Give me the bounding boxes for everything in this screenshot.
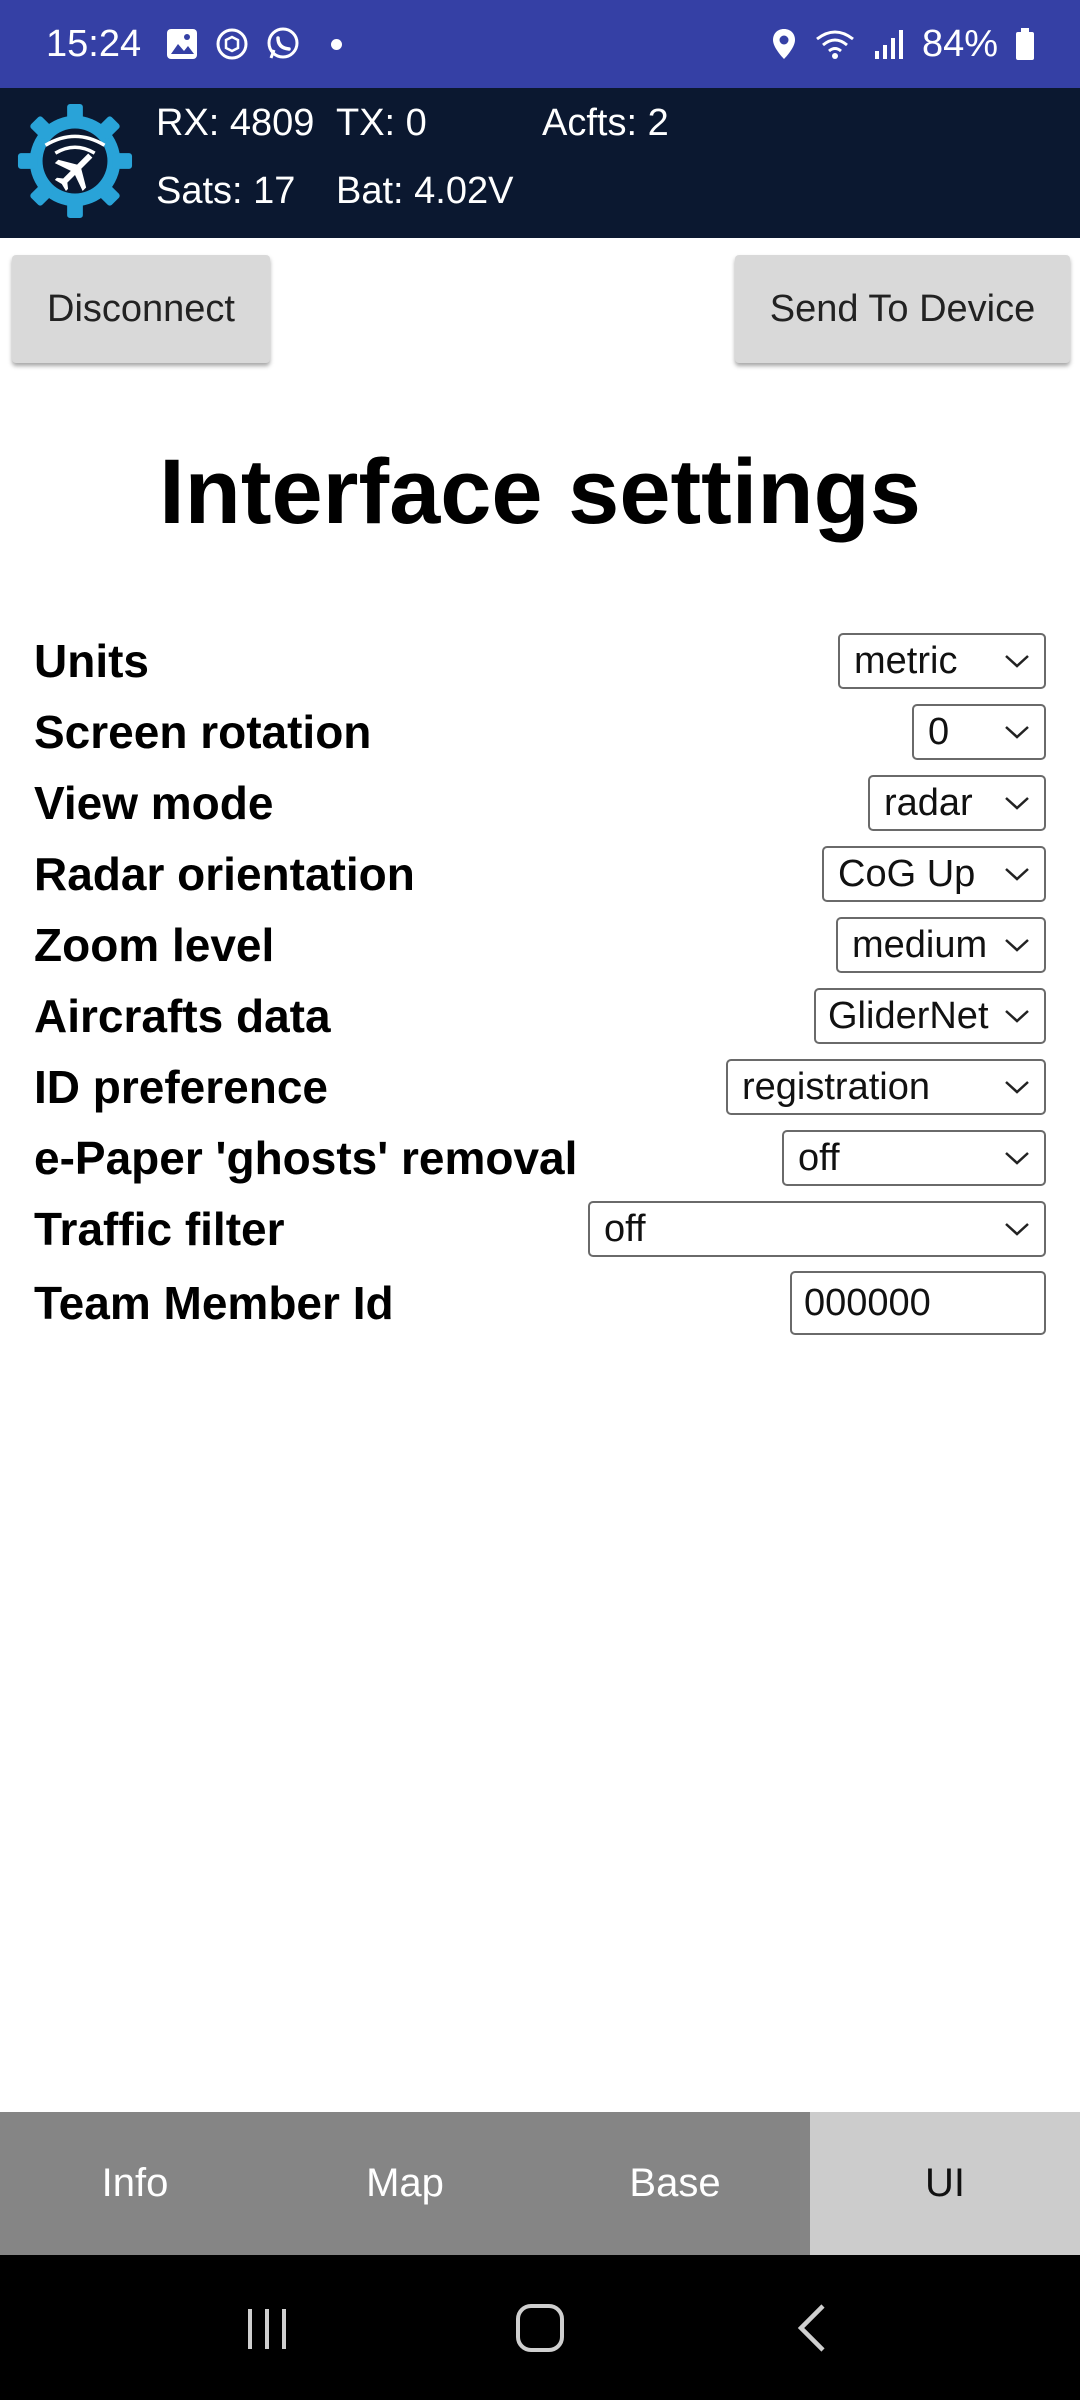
send-to-device-button[interactable]: Send To Device <box>735 255 1070 363</box>
setting-row-radar-orientation: Radar orientation CoG Up <box>0 839 1080 909</box>
status-bar-right: 84% <box>770 23 1036 66</box>
aircrafts-data-select[interactable]: GliderNet <box>814 988 1046 1044</box>
select-value: registration <box>742 1065 930 1108</box>
app-logo-icon <box>17 103 133 219</box>
app-header: RX: 4809 TX: 0 Acfts: 2 Sats: 17 Bat: 4.… <box>0 88 1080 238</box>
setting-row-team-member-id: Team Member Id 000000 <box>0 1268 1080 1338</box>
setting-label: Radar orientation <box>34 848 415 900</box>
setting-row-view-mode: View mode radar <box>0 768 1080 838</box>
chevron-down-icon <box>1005 1081 1029 1094</box>
location-icon <box>770 27 798 61</box>
setting-label: Zoom level <box>34 919 275 971</box>
signal-icon <box>872 27 906 61</box>
setting-row-epaper-ghosts-removal: e-Paper 'ghosts' removal off <box>0 1123 1080 1193</box>
select-value: medium <box>852 923 988 966</box>
screen: 15:24 84% RX: 4809 TX: 0 Acfts: 2 Sats: … <box>0 0 1080 2400</box>
battery-icon <box>1014 27 1036 61</box>
setting-row-units: Units metric <box>0 626 1080 696</box>
bottom-tab-bar: Info Map Base UI <box>0 2112 1080 2255</box>
back-icon[interactable] <box>768 2283 858 2373</box>
select-value: off <box>604 1207 646 1250</box>
setting-row-screen-rotation: Screen rotation 0 <box>0 697 1080 767</box>
chevron-down-icon <box>1005 726 1029 739</box>
whatsapp-icon <box>265 26 301 62</box>
select-value: GliderNet <box>828 994 989 1037</box>
disconnect-button[interactable]: Disconnect <box>12 255 270 363</box>
setting-label: View mode <box>34 777 274 829</box>
chevron-down-icon <box>1005 939 1029 952</box>
id-preference-select[interactable]: registration <box>726 1059 1046 1115</box>
chevron-down-icon <box>1005 1152 1029 1165</box>
status-bar-left: 15:24 <box>46 22 343 66</box>
chevron-down-icon <box>1005 797 1029 810</box>
aircraft-count: Acfts: 2 <box>542 102 669 144</box>
gallery-icon <box>165 27 199 61</box>
setting-label: e-Paper 'ghosts' removal <box>34 1132 578 1184</box>
setting-row-traffic-filter: Traffic filter off <box>0 1194 1080 1264</box>
tab-map[interactable]: Map <box>270 2112 540 2255</box>
tab-info[interactable]: Info <box>0 2112 270 2255</box>
rx-count: RX: 4809 <box>156 102 315 144</box>
setting-row-aircrafts-data: Aircrafts data GliderNet <box>0 981 1080 1051</box>
tab-base[interactable]: Base <box>540 2112 810 2255</box>
setting-label: Team Member Id <box>34 1277 394 1329</box>
notification-dot <box>331 38 343 50</box>
view-mode-select[interactable]: radar <box>868 775 1046 831</box>
select-value: off <box>798 1136 840 1179</box>
battery-voltage: Bat: 4.02V <box>336 170 514 212</box>
satellite-count: Sats: 17 <box>156 170 296 212</box>
select-value: CoG Up <box>838 852 976 895</box>
zoom-level-select[interactable]: medium <box>836 917 1046 973</box>
battery-percent: 84% <box>921 22 998 65</box>
wifi-icon <box>814 27 856 61</box>
radar-orientation-select[interactable]: CoG Up <box>822 846 1046 902</box>
setting-row-id-preference: ID preference registration <box>0 1052 1080 1122</box>
select-value: radar <box>884 781 973 824</box>
home-icon[interactable] <box>495 2283 585 2373</box>
page-title: Interface settings <box>159 441 921 543</box>
setting-row-zoom-level: Zoom level medium <box>0 910 1080 980</box>
system-navigation-bar <box>0 2255 1080 2400</box>
setting-label: Aircrafts data <box>34 990 331 1042</box>
select-value: 0 <box>928 710 950 753</box>
status-bar: 15:24 84% <box>0 0 1080 88</box>
recent-apps-icon[interactable] <box>222 2283 312 2373</box>
app-icon <box>215 27 249 61</box>
setting-label: Screen rotation <box>34 706 372 758</box>
chevron-down-icon <box>1005 1223 1029 1236</box>
select-value: metric <box>854 639 958 682</box>
tx-count: TX: 0 <box>336 102 427 144</box>
setting-label: Traffic filter <box>34 1203 285 1255</box>
chevron-down-icon <box>1005 868 1029 881</box>
units-select[interactable]: metric <box>838 633 1046 689</box>
chevron-down-icon <box>1005 1010 1029 1023</box>
chevron-down-icon <box>1005 655 1029 668</box>
tab-ui[interactable]: UI <box>810 2112 1080 2255</box>
setting-label: ID preference <box>34 1061 329 1113</box>
screen-rotation-select[interactable]: 0 <box>912 704 1046 760</box>
status-time: 15:24 <box>46 22 142 65</box>
team-member-id-input[interactable]: 000000 <box>790 1271 1046 1335</box>
epaper-ghosts-removal-select[interactable]: off <box>782 1130 1046 1186</box>
traffic-filter-select[interactable]: off <box>588 1201 1046 1257</box>
setting-label: Units <box>34 635 149 687</box>
